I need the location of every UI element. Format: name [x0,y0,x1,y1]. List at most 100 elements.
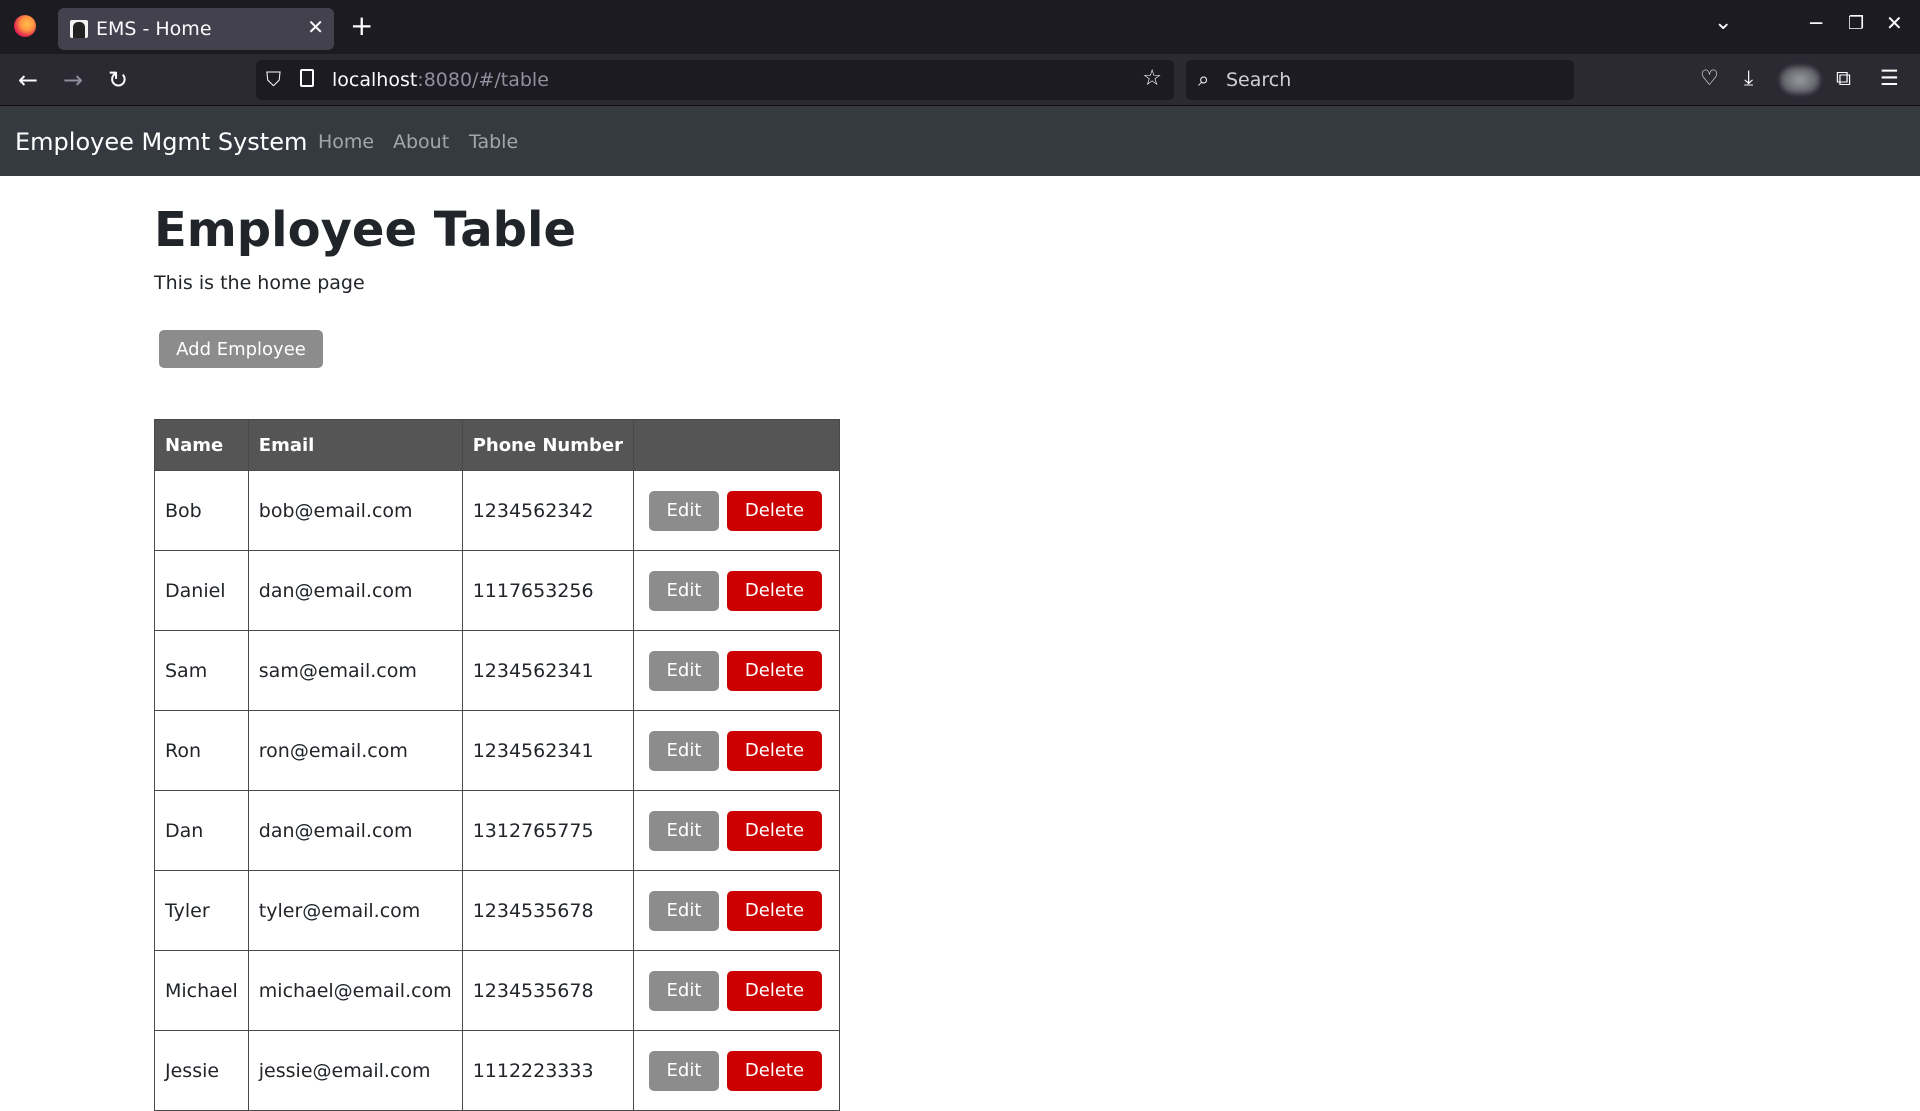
bookmark-star-icon[interactable]: ☆ [1142,66,1162,91]
browser-tab-strip: EMS - Home ✕ + ⌄ ─ ❐ ✕ [0,0,1920,54]
edit-button[interactable]: Edit [648,570,719,611]
tab-title: EMS - Home [96,18,212,40]
edit-button[interactable]: Edit [648,970,719,1011]
account-avatar[interactable] [1780,66,1820,94]
window-restore-icon[interactable]: ❐ [1848,13,1864,34]
search-bar[interactable]: ⌕ Search [1186,60,1574,100]
cell-actions: Edit Delete [632,550,840,631]
table-row: Daniel dan@email.com 1117653256 Edit Dele… [154,550,840,631]
cell-email: michael@email.com [247,950,463,1031]
cell-name: Tyler [154,870,249,951]
header-actions [632,419,840,471]
cell-phone: 1234562342 [461,470,634,551]
tab-favicon-icon [70,20,88,38]
delete-button[interactable]: Delete [726,570,822,611]
window-minimize-icon[interactable]: ─ [1810,11,1822,35]
page-title: Employee Table [154,202,577,258]
cell-name: Ron [154,710,249,791]
table-row: Sam sam@email.com 1234562341 Edit Delete [154,630,840,711]
table-row: Bob bob@email.com 1234562342 Edit Delete [154,470,840,551]
nav-link-about[interactable]: About [393,131,449,153]
cell-actions: Edit Delete [632,950,840,1031]
cell-phone: 1234562341 [461,630,634,711]
search-placeholder: Search [1226,69,1292,91]
cell-name: Daniel [154,550,249,631]
tab-close-icon[interactable]: ✕ [307,15,324,39]
delete-button[interactable]: Delete [726,1050,822,1091]
cell-email: jessie@email.com [247,1030,463,1111]
cell-phone: 1234535678 [461,950,634,1031]
search-icon: ⌕ [1198,67,1210,91]
delete-button[interactable]: Delete [726,890,822,931]
cell-email: tyler@email.com [247,870,463,951]
cell-phone: 1112223333 [461,1030,634,1111]
new-tab-icon[interactable]: + [350,9,373,42]
cell-name: Bob [154,470,249,551]
edit-button[interactable]: Edit [648,1050,719,1091]
nav-link-home[interactable]: Home [318,131,374,153]
hamburger-menu-icon[interactable]: ☰ [1880,66,1899,90]
url-host: localhost [332,69,418,91]
url-path: :8080/#/table [417,69,549,91]
table-row: Jessie jessie@email.com 1112223333 Edit D… [154,1030,840,1111]
delete-button[interactable]: Delete [726,650,822,691]
edit-button[interactable]: Edit [648,890,719,931]
download-icon[interactable]: ⤓ [1744,66,1753,91]
app-navbar: Employee Mgmt System Home About Table [0,106,1920,176]
cell-actions: Edit Delete [632,870,840,951]
cell-actions: Edit Delete [632,710,840,791]
cell-name: Sam [154,630,249,711]
browser-toolbar: ← → ↻ ⛉ localhost:8080/#/table ☆ ⌕ Searc… [0,54,1920,106]
delete-button[interactable]: Delete [726,810,822,851]
browser-tab-active[interactable]: EMS - Home ✕ [58,8,334,50]
cell-actions: Edit Delete [632,1030,840,1111]
edit-button[interactable]: Edit [648,730,719,771]
cell-name: Michael [154,950,249,1031]
cell-phone: 1234562341 [461,710,634,791]
delete-button[interactable]: Delete [726,730,822,771]
delete-button[interactable]: Delete [726,490,822,531]
page-subtitle: This is the home page [154,272,365,294]
cell-email: ron@email.com [247,710,463,791]
nav-link-table[interactable]: Table [469,131,518,153]
edit-button[interactable]: Edit [648,490,719,531]
tab-list-chevron-icon[interactable]: ⌄ [1714,10,1732,35]
cell-phone: 1312765775 [461,790,634,871]
table-row: Tyler tyler@email.com 1234535678 Edit Del… [154,870,840,951]
window-close-icon[interactable]: ✕ [1886,11,1903,35]
header-name: Name [154,419,249,471]
header-email: Email [247,419,463,471]
cell-name: Dan [154,790,249,871]
firefox-logo-icon [14,15,36,37]
cell-email: bob@email.com [247,470,463,551]
cell-phone: 1117653256 [461,550,634,631]
cell-email: sam@email.com [247,630,463,711]
header-phone: Phone Number [461,419,634,471]
extensions-icon[interactable]: ⧉ [1836,66,1851,91]
reload-icon[interactable]: ↻ [108,66,128,94]
cell-actions: Edit Delete [632,630,840,711]
table-row: Dan dan@email.com 1312765775 Edit Delete [154,790,840,871]
cell-email: dan@email.com [247,790,463,871]
app-brand[interactable]: Employee Mgmt System [15,128,307,156]
pocket-icon[interactable]: ♡ [1700,66,1719,90]
table-row: Ron ron@email.com 1234562341 Edit Delete [154,710,840,791]
delete-button[interactable]: Delete [726,970,822,1011]
tracking-shield-icon[interactable]: ⛉ [266,67,281,91]
add-employee-button[interactable]: Add Employee [159,330,323,368]
cell-phone: 1234535678 [461,870,634,951]
employee-table: Name Email Phone Number Bob bob@email.co… [154,419,840,1111]
page-info-icon[interactable] [300,69,314,87]
edit-button[interactable]: Edit [648,810,719,851]
table-header-row: Name Email Phone Number [154,419,840,471]
edit-button[interactable]: Edit [648,650,719,691]
url-bar[interactable]: ⛉ localhost:8080/#/table ☆ [256,60,1174,100]
back-arrow-icon[interactable]: ← [18,66,38,94]
table-row: Michael michael@email.com 1234535678 Edi… [154,950,840,1031]
cell-actions: Edit Delete [632,470,840,551]
cell-name: Jessie [154,1030,249,1111]
cell-actions: Edit Delete [632,790,840,871]
cell-email: dan@email.com [247,550,463,631]
forward-arrow-icon[interactable]: → [63,66,83,94]
url-text[interactable]: localhost:8080/#/table [332,69,549,91]
